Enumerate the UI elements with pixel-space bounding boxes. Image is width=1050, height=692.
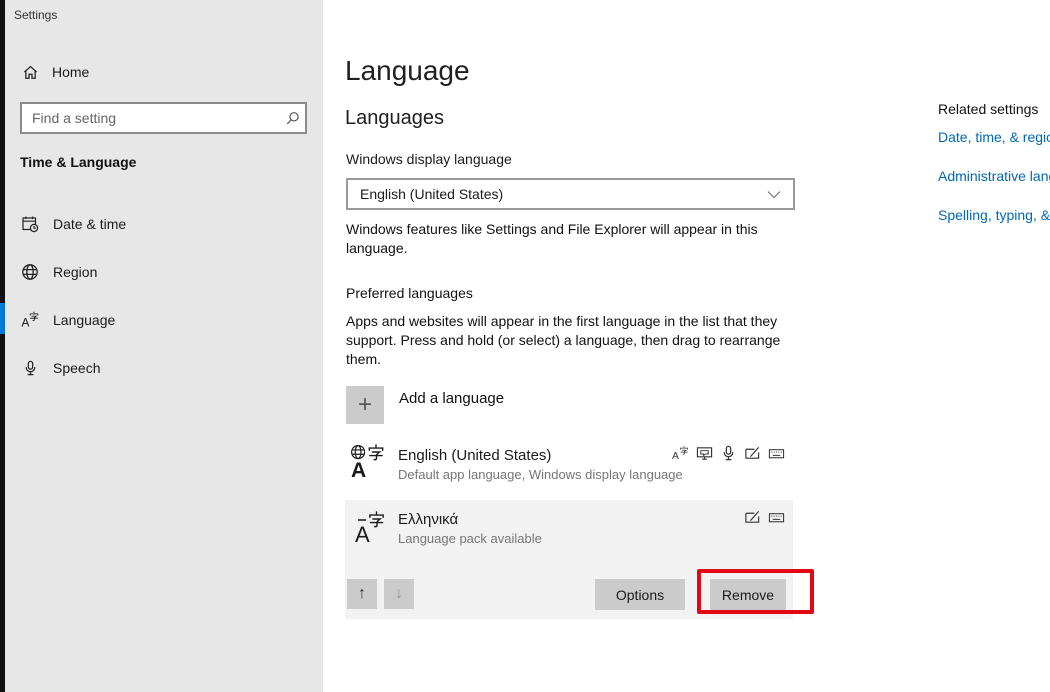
handwriting-feature-icon xyxy=(744,445,761,462)
language-row-english[interactable]: A English (United States) Default app la… xyxy=(345,438,793,495)
arrow-up-icon: ↑ xyxy=(358,585,366,603)
window-edge xyxy=(0,0,5,692)
sidebar: Settings Home Time & Language xyxy=(0,0,323,692)
chevron-down-icon xyxy=(767,190,781,199)
svg-text:A: A xyxy=(351,459,366,481)
sidebar-item-label: Date & time xyxy=(53,216,126,232)
sidebar-item-region[interactable]: Region xyxy=(5,248,323,296)
svg-text:A: A xyxy=(672,451,679,462)
add-language-label: Add a language xyxy=(399,390,504,407)
related-link-administrative-language[interactable]: Administrative language settings xyxy=(938,168,1050,184)
page-title: Language xyxy=(345,55,470,87)
sidebar-item-home[interactable]: Home xyxy=(5,54,323,90)
sidebar-item-speech[interactable]: Speech xyxy=(5,344,323,392)
add-language-button[interactable]: + Add a language xyxy=(346,386,504,424)
sidebar-item-label: Speech xyxy=(53,360,100,376)
settings-window: Settings Home Time & Language xyxy=(0,0,1050,692)
language-pack-icon: A xyxy=(354,509,388,547)
calendar-clock-icon xyxy=(21,215,39,233)
sidebar-item-label: Region xyxy=(53,264,97,280)
search-icon[interactable] xyxy=(279,111,305,126)
display-language-description: Windows features like Settings and File … xyxy=(346,220,798,258)
display-language-dropdown[interactable]: English (United States) xyxy=(346,178,795,210)
language-row-greek[interactable]: A Ελληνικά Language pack available ↑ ↓ O… xyxy=(345,500,793,619)
app-title: Settings xyxy=(14,8,57,22)
svg-text:A: A xyxy=(355,522,370,547)
plus-icon: + xyxy=(346,386,384,424)
search-box xyxy=(20,102,307,134)
language-name: English (United States) xyxy=(398,447,551,464)
related-link-spelling-typing[interactable]: Spelling, typing, & autocorrect settings xyxy=(938,207,1050,223)
options-button[interactable]: Options xyxy=(595,579,685,610)
move-up-button[interactable]: ↑ xyxy=(347,579,377,609)
keyboard-feature-icon xyxy=(768,445,785,462)
language-status: Language pack available xyxy=(398,531,542,546)
sidebar-item-label: Language xyxy=(53,312,115,328)
selected-item-accent-bar xyxy=(0,303,5,334)
globe-icon xyxy=(21,263,39,281)
microphone-icon xyxy=(21,359,39,377)
display-language-feature-icon: A xyxy=(672,445,689,462)
letter-a-glyph: A xyxy=(21,315,29,329)
home-icon xyxy=(21,63,39,81)
languages-section-header: Languages xyxy=(345,107,444,130)
language-name: Ελληνικά xyxy=(398,511,458,528)
language-status: Default app language, Windows display la… xyxy=(398,467,683,482)
speech-feature-icon xyxy=(720,445,737,462)
remove-button[interactable]: Remove xyxy=(710,579,786,610)
arrow-down-icon: ↓ xyxy=(395,585,403,603)
related-settings-title: Related settings xyxy=(938,101,1038,117)
related-link-date-time-regional[interactable]: Date, time, & regional formatting xyxy=(938,129,1050,145)
keyboard-feature-icon xyxy=(768,509,785,526)
sidebar-item-date-time[interactable]: Date & time xyxy=(5,200,323,248)
default-language-icon: A xyxy=(349,443,387,481)
handwriting-feature-icon xyxy=(744,509,761,526)
language-icon: A xyxy=(21,311,39,329)
move-down-button[interactable]: ↓ xyxy=(384,579,414,609)
display-language-value: English (United States) xyxy=(360,186,767,202)
app-language-monitor-icon xyxy=(696,445,713,462)
sidebar-group-title: Time & Language xyxy=(20,154,136,170)
sidebar-home-label: Home xyxy=(52,64,89,80)
display-language-label: Windows display language xyxy=(346,151,512,167)
sidebar-item-language[interactable]: A Language xyxy=(5,296,323,344)
preferred-languages-description: Apps and websites will appear in the fir… xyxy=(346,312,806,369)
search-input[interactable] xyxy=(22,110,279,126)
preferred-languages-header: Preferred languages xyxy=(346,285,473,301)
